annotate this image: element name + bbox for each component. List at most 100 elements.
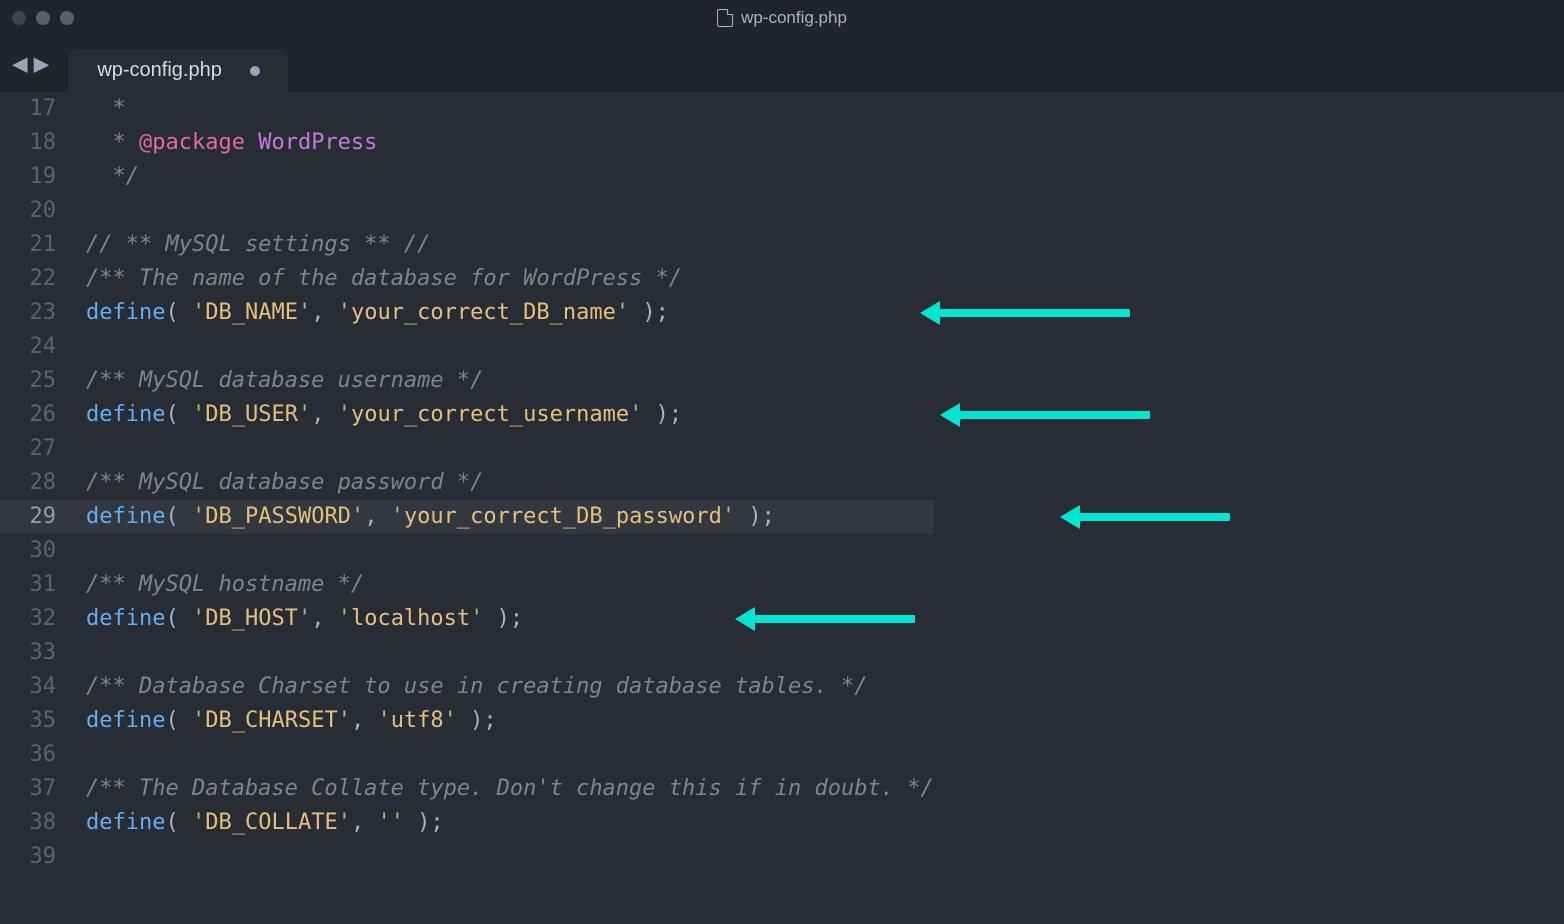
line-number: 39: [0, 840, 56, 874]
annotation-arrow: [1080, 513, 1230, 521]
code-token: DB_NAME: [205, 300, 298, 325]
code-line[interactable]: [86, 534, 934, 568]
code-token: );: [457, 708, 497, 733]
code-token: ': [391, 504, 404, 529]
code-token: /** MySQL hostname */: [86, 572, 364, 597]
line-number: 35: [0, 704, 56, 738]
nav-arrows: ◀ ▶: [12, 49, 49, 79]
code-token: );: [735, 504, 775, 529]
code-token: ': [192, 504, 205, 529]
code-token: );: [642, 402, 682, 427]
code-token: /** The Database Collate type. Don't cha…: [86, 776, 934, 801]
line-number: 18: [0, 126, 56, 160]
code-line[interactable]: define( 'DB_USER', 'your_correct_usernam…: [86, 398, 934, 432]
code-token: define: [86, 504, 165, 529]
line-number: 24: [0, 330, 56, 364]
code-line[interactable]: /** The name of the database for WordPre…: [86, 262, 934, 296]
code-token: /** Database Charset to use in creating …: [86, 674, 867, 699]
code-line[interactable]: *: [86, 92, 934, 126]
code-token: ': [298, 300, 311, 325]
code-token: ': [192, 708, 205, 733]
code-line[interactable]: define( 'DB_NAME', 'your_correct_DB_name…: [86, 296, 934, 330]
line-number: 20: [0, 194, 56, 228]
code-line[interactable]: /** The Database Collate type. Don't cha…: [86, 772, 934, 806]
code-line[interactable]: [86, 840, 934, 874]
window-title-text: wp-config.php: [741, 8, 847, 28]
nav-back-icon[interactable]: ◀: [12, 49, 28, 79]
code-token: ': [192, 810, 205, 835]
code-token: DB_PASSWORD: [205, 504, 351, 529]
line-number: 21: [0, 228, 56, 262]
line-number: 19: [0, 160, 56, 194]
code-line[interactable]: define( 'DB_CHARSET', 'utf8' );: [86, 704, 934, 738]
code-token: localhost: [351, 606, 470, 631]
code-line[interactable]: [86, 738, 934, 772]
traffic-lights[interactable]: [12, 11, 74, 25]
code-token: ': [298, 402, 311, 427]
code-token: ': [338, 402, 351, 427]
code-token: define: [86, 402, 165, 427]
code-token: ,: [351, 810, 378, 835]
maximize-window-button[interactable]: [60, 11, 74, 25]
code-token: ': [192, 402, 205, 427]
code-token: ': [377, 810, 390, 835]
code-line[interactable]: /** MySQL database username */: [86, 364, 934, 398]
code-token: define: [86, 300, 165, 325]
code-token: (: [165, 300, 192, 325]
code-token: ,: [311, 606, 338, 631]
line-number: 17: [0, 92, 56, 126]
code-line[interactable]: [86, 636, 934, 670]
code-line[interactable]: define( 'DB_COLLATE', '' );: [86, 806, 934, 840]
code-line[interactable]: [86, 432, 934, 466]
line-number: 27: [0, 432, 56, 466]
minimize-window-button[interactable]: [36, 11, 50, 25]
code-line[interactable]: */: [86, 160, 934, 194]
tab-wp-config[interactable]: wp-config.php: [69, 49, 288, 92]
code-token: your_correct_DB_password: [404, 504, 722, 529]
code-token: ': [470, 606, 483, 631]
code-line[interactable]: [86, 194, 934, 228]
code-token: (: [165, 708, 192, 733]
close-window-button[interactable]: [12, 11, 26, 25]
code-token: */: [113, 164, 140, 189]
nav-forward-icon[interactable]: ▶: [34, 49, 50, 79]
window-titlebar: wp-config.php: [0, 0, 1564, 36]
code-line[interactable]: /** MySQL hostname */: [86, 568, 934, 602]
code-line[interactable]: define( 'DB_PASSWORD', 'your_correct_DB_…: [86, 500, 934, 534]
code-token: ': [338, 810, 351, 835]
code-token: /** MySQL database password */: [86, 470, 483, 495]
code-token: ': [722, 504, 735, 529]
code-token: (: [165, 504, 192, 529]
line-number: 38: [0, 806, 56, 840]
code-token: utf8: [391, 708, 444, 733]
code-token: /** MySQL database username */: [86, 368, 483, 393]
line-number: 36: [0, 738, 56, 772]
code-token: *: [113, 130, 140, 155]
code-token: );: [483, 606, 523, 631]
window-title: wp-config.php: [717, 8, 847, 28]
code-token: DB_HOST: [205, 606, 298, 631]
code-token: ': [338, 708, 351, 733]
line-number: 23: [0, 296, 56, 330]
code-token: // ** MySQL settings ** //: [86, 232, 430, 257]
code-token: ': [391, 810, 404, 835]
code-editor[interactable]: 1718192021222324252627282930313233343536…: [0, 92, 1564, 874]
code-area[interactable]: * * @package WordPress */ // ** MySQL se…: [70, 92, 934, 874]
code-token: );: [629, 300, 669, 325]
code-token: ': [444, 708, 457, 733]
code-token: define: [86, 606, 165, 631]
code-token: DB_USER: [205, 402, 298, 427]
line-number: 31: [0, 568, 56, 602]
line-number: 32: [0, 602, 56, 636]
code-line[interactable]: // ** MySQL settings ** //: [86, 228, 934, 262]
code-token: @package: [139, 130, 245, 155]
code-token: ': [192, 606, 205, 631]
code-token: ': [338, 300, 351, 325]
code-token: );: [404, 810, 444, 835]
code-token: ': [377, 708, 390, 733]
code-line[interactable]: [86, 330, 934, 364]
code-token: ,: [351, 708, 378, 733]
code-line[interactable]: /** Database Charset to use in creating …: [86, 670, 934, 704]
code-line[interactable]: * @package WordPress: [86, 126, 934, 160]
code-line[interactable]: /** MySQL database password */: [86, 466, 934, 500]
